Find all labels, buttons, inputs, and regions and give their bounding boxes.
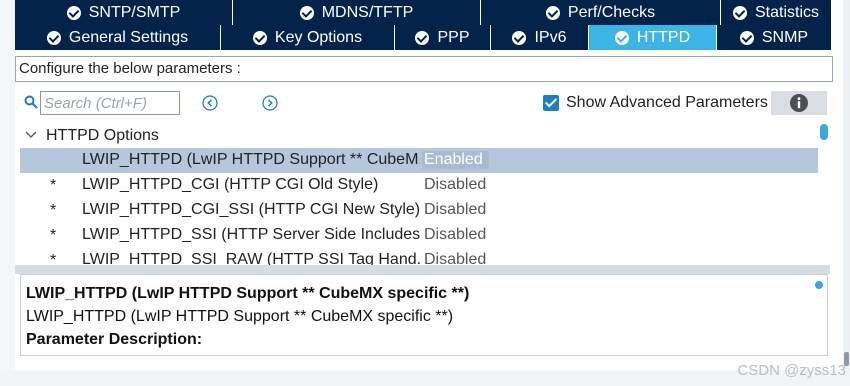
tab-ppp[interactable]: PPP — [395, 25, 491, 50]
tab-row-2: General Settings Key Options PPP IPv6 HTTPD S… — [15, 25, 831, 50]
check-circle-icon — [66, 5, 81, 20]
param-name: LWIP_HTTPD_CGI_SSI (HTTP CGI New Style) — [82, 201, 420, 218]
param-row[interactable]: * LWIP_HTTPD_SSI_RAW (HTTP SSI Tag Hand..… — [20, 248, 818, 265]
param-name: LWIP_HTTPD_CGI (HTTP CGI Old Style) — [82, 176, 379, 193]
tab-httpd[interactable]: HTTPD — [589, 25, 717, 50]
check-circle-icon — [299, 5, 314, 20]
param-name: LWIP_HTTPD_SSI (HTTP Server Side Include… — [82, 226, 420, 243]
description-scroll-thumb[interactable] — [815, 281, 823, 289]
modified-marker: * — [50, 252, 57, 265]
tab-row-1: SNTP/SMTP MDNS/TFTP Perf/Checks Statistics — [15, 0, 831, 25]
description-title: LWIP_HTTPD (LwIP HTTPD Support ** CubeMX… — [26, 285, 470, 302]
modified-marker: * — [50, 227, 57, 244]
check-circle-icon — [614, 30, 629, 45]
tree-scrollbar[interactable] — [818, 122, 830, 265]
chevron-down-icon[interactable] — [25, 131, 37, 139]
modified-marker: * — [50, 202, 57, 219]
description-scrollbar[interactable] — [813, 277, 825, 353]
tab-ipv6[interactable]: IPv6 — [491, 25, 589, 50]
search-icon — [24, 95, 38, 109]
tab-label: Perf/Checks — [567, 3, 656, 21]
chevron-right-circle-icon[interactable] — [262, 95, 278, 111]
tab-label: Key Options — [274, 28, 363, 46]
parameter-description-label: Parameter Description: — [26, 331, 203, 348]
param-name: LWIP_HTTPD_SSI_RAW (HTTP SSI Tag Hand... — [82, 251, 420, 265]
tab-label: IPv6 — [534, 28, 567, 46]
param-value[interactable]: Enabled — [422, 151, 489, 169]
param-value[interactable]: Disabled — [422, 201, 486, 219]
param-value[interactable]: Disabled — [422, 226, 486, 244]
tab-label: SNTP/SMTP — [88, 3, 181, 21]
tab-mdns-tftp[interactable]: MDNS/TFTP — [233, 0, 481, 25]
configuration-panel: SNTP/SMTP MDNS/TFTP Perf/Checks Statistics … — [0, 0, 850, 386]
tab-sntp-smtp[interactable]: SNTP/SMTP — [15, 0, 233, 25]
tab-perf-checks[interactable]: Perf/Checks — [481, 0, 721, 25]
tab-label: PPP — [437, 28, 470, 46]
param-row[interactable]: * LWIP_HTTPD_SSI (HTTP Server Side Includ… — [20, 223, 818, 248]
left-edge — [0, 0, 15, 386]
tab-snmp[interactable]: SNMP — [717, 25, 831, 50]
param-name: LWIP_HTTPD (LwIP HTTPD Support ** CubeM.… — [82, 151, 420, 168]
tab-label: General Settings — [68, 28, 189, 46]
group-httpd-options[interactable]: HTTPD Options — [46, 127, 159, 145]
param-value[interactable]: Disabled — [422, 251, 486, 265]
search-input[interactable] — [40, 91, 180, 115]
info-button[interactable] — [771, 91, 827, 115]
check-circle-icon — [512, 30, 527, 45]
chevron-left-circle-icon[interactable] — [202, 95, 218, 111]
tab-general-settings[interactable]: General Settings — [15, 25, 221, 50]
description-panel: LWIP_HTTPD (LwIP HTTPD Support ** CubeMX… — [20, 274, 828, 356]
tab-key-options[interactable]: Key Options — [221, 25, 395, 50]
check-circle-icon — [545, 5, 560, 20]
bottom-strip — [0, 370, 850, 386]
watermark: CSDN @zyss13 — [737, 362, 846, 379]
description-text: LWIP_HTTPD (LwIP HTTPD Support ** CubeMX… — [26, 308, 454, 325]
check-circle-icon — [46, 30, 61, 45]
param-row[interactable]: * LWIP_HTTPD_CGI_SSI (HTTP CGI New Style)… — [20, 198, 818, 223]
splitter[interactable] — [15, 265, 830, 274]
param-value[interactable]: Disabled — [422, 176, 486, 194]
param-row[interactable]: * LWIP_HTTPD_CGI (HTTP CGI Old Style) Disa… — [20, 173, 818, 198]
window-scrollbar[interactable] — [843, 0, 850, 370]
check-circle-icon — [732, 5, 747, 20]
check-circle-icon — [415, 30, 430, 45]
show-advanced-checkbox[interactable] — [543, 95, 559, 111]
tab-label: Statistics — [754, 3, 819, 21]
tree-scroll-thumb[interactable] — [820, 124, 828, 140]
tab-label: SNMP — [761, 28, 809, 46]
show-advanced-label: Show Advanced Parameters — [566, 94, 768, 111]
tab-statistics[interactable]: Statistics — [721, 0, 831, 25]
modified-marker: * — [50, 177, 57, 194]
parameter-tree: HTTPD Options LWIP_HTTPD (LwIP HTTPD Sup… — [15, 122, 830, 265]
check-circle-icon — [739, 30, 754, 45]
info-icon — [790, 94, 808, 112]
param-row[interactable]: LWIP_HTTPD (LwIP HTTPD Support ** CubeM.… — [20, 148, 818, 173]
check-circle-icon — [252, 30, 267, 45]
tab-label: HTTPD — [636, 28, 691, 46]
configure-label: Configure the below parameters : — [15, 56, 833, 82]
tab-label: MDNS/TFTP — [321, 3, 414, 21]
